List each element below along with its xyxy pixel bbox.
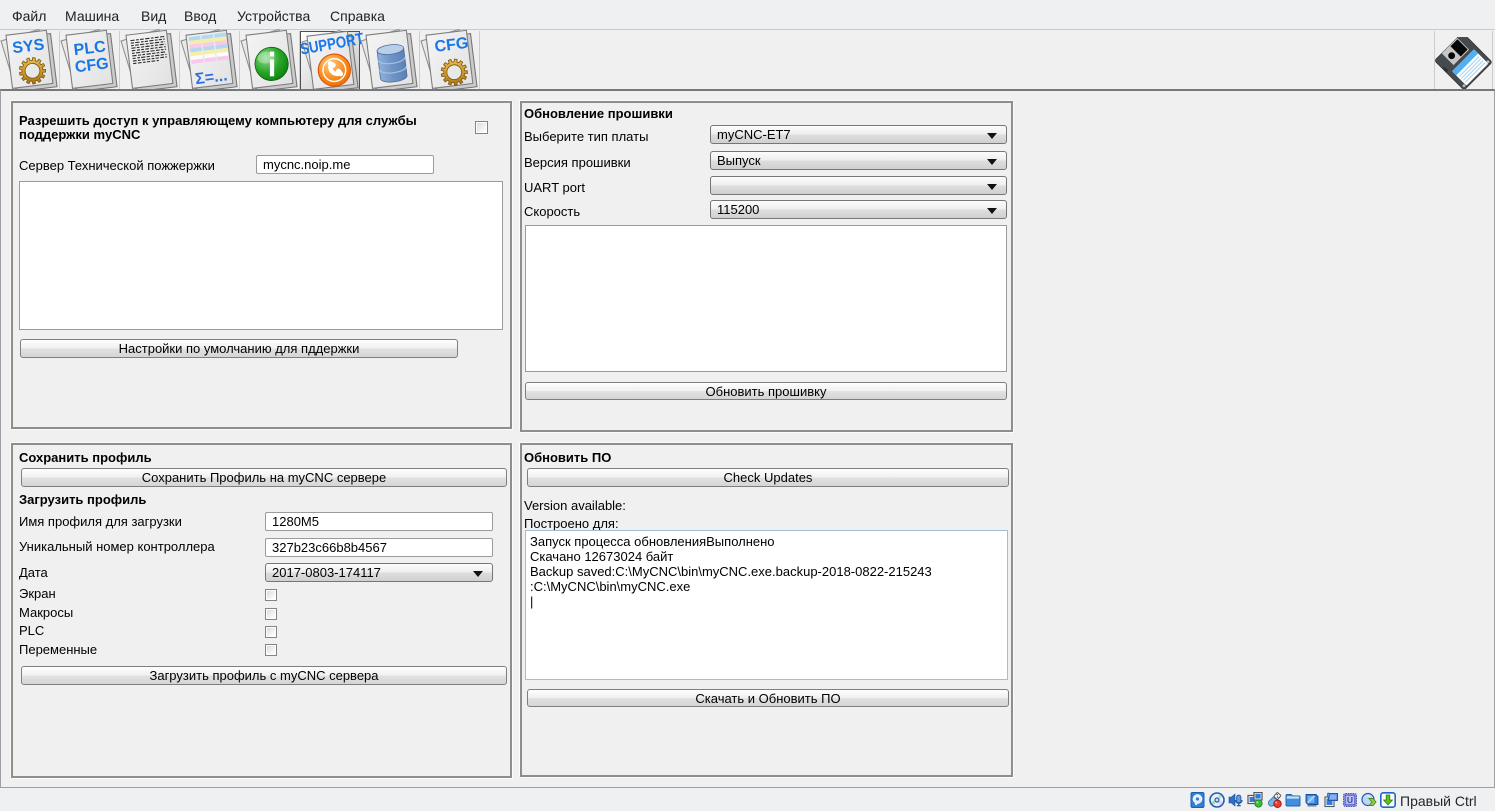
svg-text:U: U <box>1347 795 1353 805</box>
